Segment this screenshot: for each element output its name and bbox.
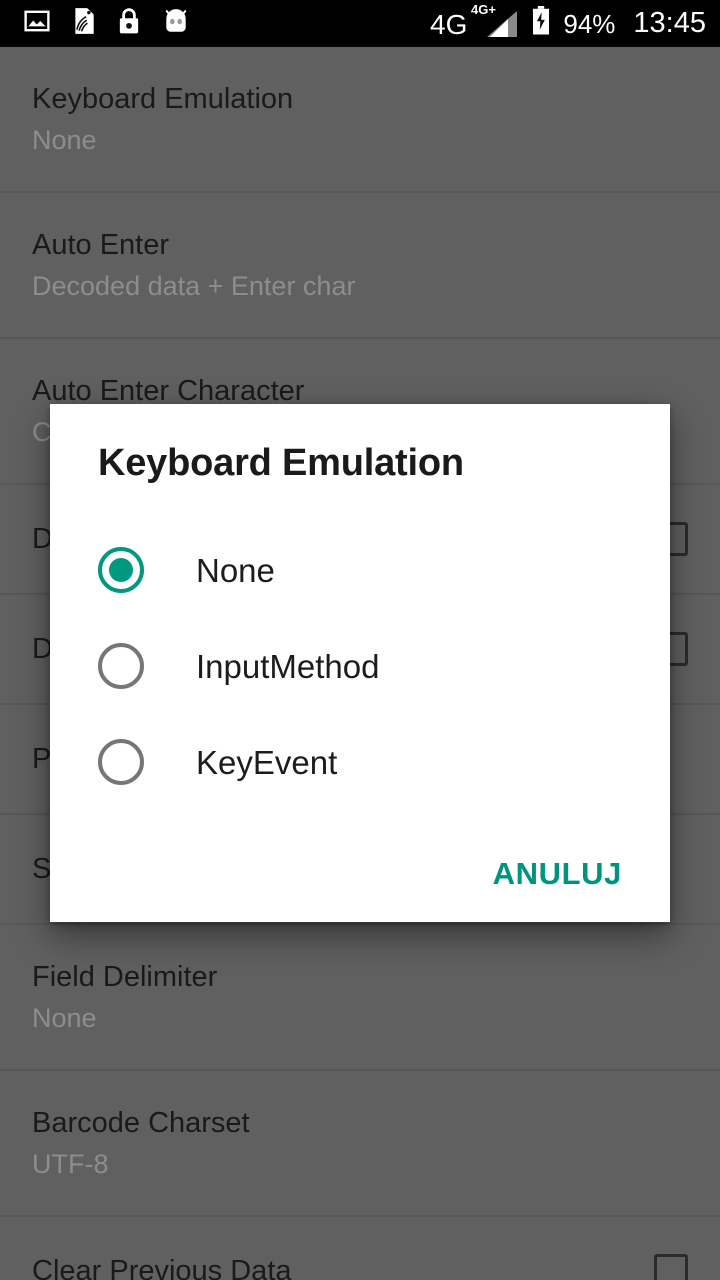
- android-head-icon: [162, 9, 190, 38]
- radio-option-label: None: [196, 551, 275, 589]
- clock-label: 13:45: [633, 7, 706, 39]
- settings-row-title: Auto Enter: [32, 229, 170, 262]
- settings-row-subtitle: None: [32, 124, 97, 155]
- settings-row[interactable]: Auto Enter Decoded data + Enter char: [0, 193, 720, 339]
- settings-row[interactable]: Clear Previous Data: [0, 1217, 720, 1280]
- status-bar[interactable]: 4G 4G+ 94% 13:45: [0, 0, 720, 47]
- cancel-button[interactable]: ANULUJ: [489, 850, 626, 898]
- settings-row[interactable]: Field Delimiter None: [0, 925, 720, 1071]
- radio-option[interactable]: None: [50, 522, 670, 618]
- battery-charging-icon: [531, 6, 551, 41]
- settings-row[interactable]: Barcode Charset UTF-8: [0, 1071, 720, 1217]
- settings-row-title: Clear Previous Data: [32, 1254, 292, 1280]
- settings-row-checkbox[interactable]: [654, 1254, 688, 1280]
- settings-row-text: Keyboard Emulation None: [32, 84, 688, 154]
- settings-row-text: Field Delimiter None: [32, 962, 688, 1032]
- settings-row-subtitle: None: [32, 1002, 97, 1033]
- radio-unchecked-icon[interactable]: [98, 739, 144, 785]
- settings-row[interactable]: Keyboard Emulation None: [0, 47, 720, 193]
- settings-row-text: Clear Previous Data: [32, 1254, 638, 1280]
- radio-option-label: InputMethod: [196, 647, 380, 685]
- lock-icon: [118, 7, 140, 40]
- dialog-title: Keyboard Emulation: [98, 442, 464, 484]
- dialog-actions: ANULUJ: [50, 826, 670, 922]
- signal-icon: 4G 4G+: [430, 3, 519, 40]
- settings-row-subtitle: Decoded data + Enter char: [32, 270, 356, 301]
- settings-row-subtitle: UTF-8: [32, 1148, 109, 1179]
- settings-row-title: Keyboard Emulation: [32, 83, 294, 116]
- settings-row-title: Auto Enter Character: [32, 375, 305, 408]
- radio-option-label: KeyEvent: [196, 743, 338, 781]
- phone-screen: 4G 4G+ 94% 13:45 Keyboard Emulation None A…: [0, 0, 720, 1280]
- keyboard-emulation-dialog: Keyboard Emulation None InputMethod KeyEve…: [50, 404, 670, 922]
- network-plus-label: 4G+: [471, 1, 496, 17]
- radio-unchecked-icon[interactable]: [98, 643, 144, 689]
- radio-option[interactable]: InputMethod: [50, 618, 670, 714]
- image-icon: [24, 8, 50, 39]
- radio-option[interactable]: KeyEvent: [50, 714, 670, 810]
- radio-checked-icon[interactable]: [98, 547, 144, 593]
- battery-percent-label: 94%: [563, 8, 616, 39]
- settings-row-title: Barcode Charset: [32, 1107, 250, 1140]
- settings-row-title: Field Delimiter: [32, 961, 218, 994]
- nfc-tag-icon: [72, 7, 96, 40]
- settings-row-text: Auto Enter Decoded data + Enter char: [32, 230, 688, 300]
- status-bar-left-icons: [24, 7, 190, 40]
- radio-group[interactable]: None InputMethod KeyEvent: [50, 522, 670, 810]
- network-type-label: 4G: [430, 8, 468, 40]
- settings-row-text: Barcode Charset UTF-8: [32, 1108, 688, 1178]
- status-bar-right-icons: 4G 4G+ 94% 13:45: [430, 3, 706, 41]
